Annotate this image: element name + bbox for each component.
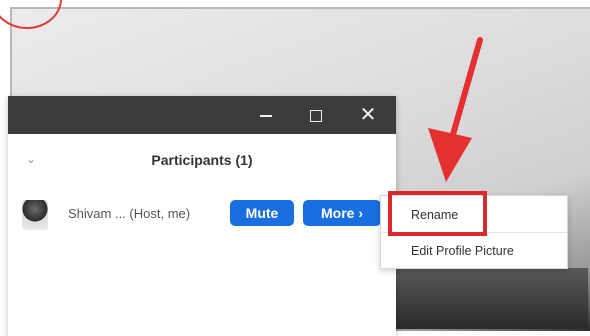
red-arrow-annotation [428,37,483,182]
